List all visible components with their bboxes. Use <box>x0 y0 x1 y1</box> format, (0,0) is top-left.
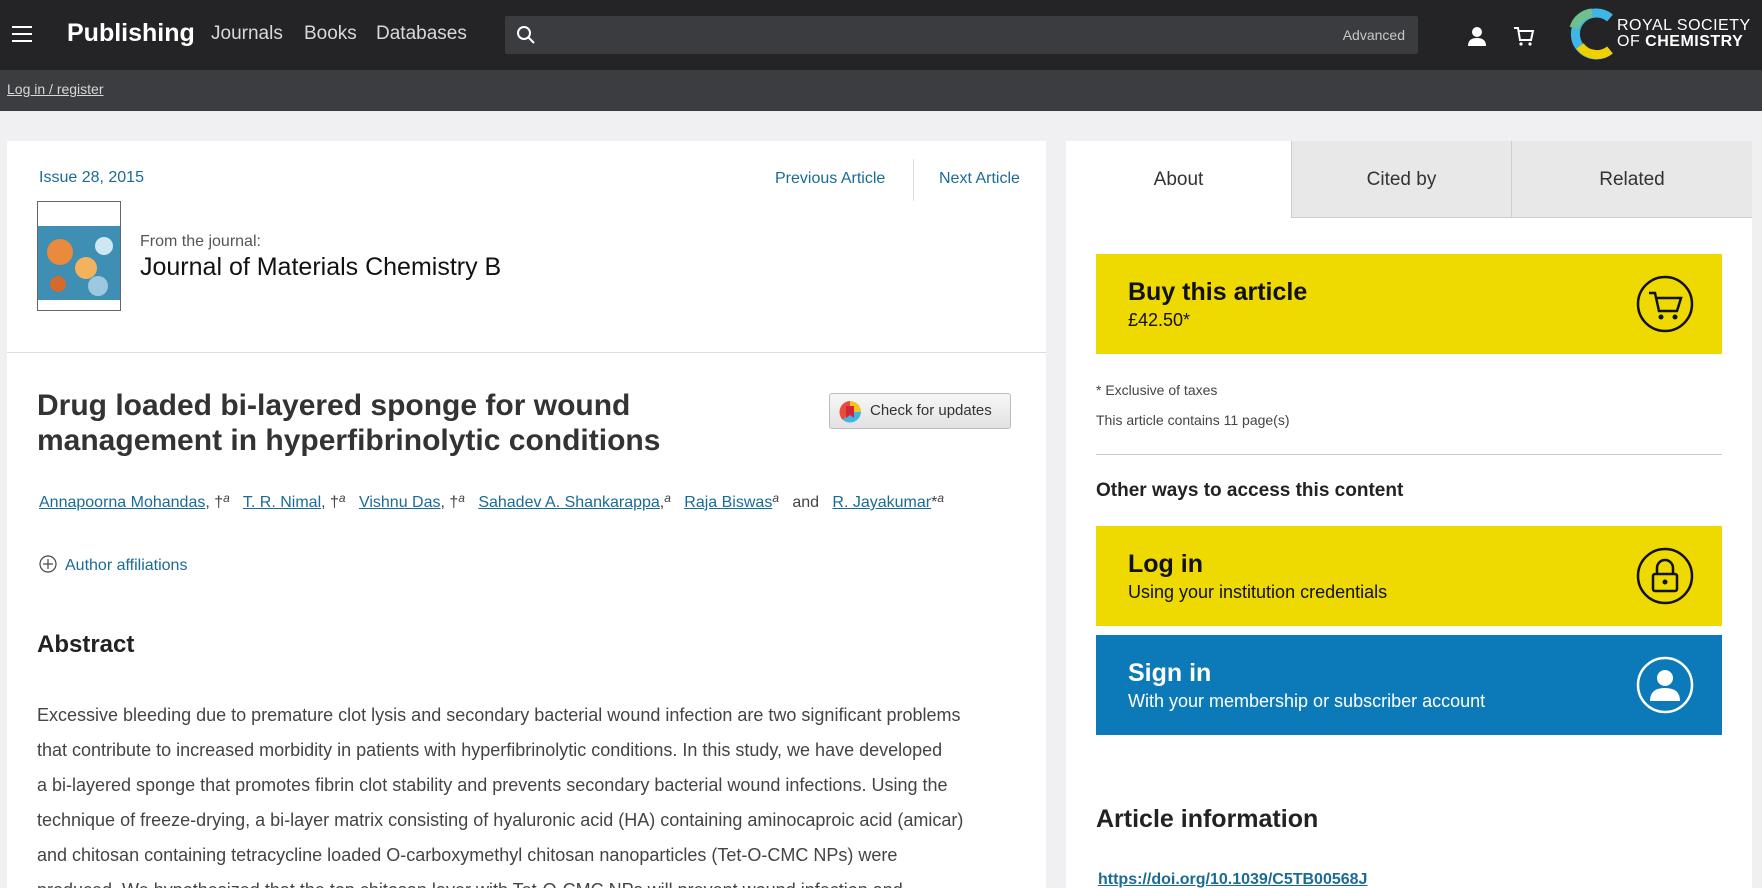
login-register-link[interactable]: Log in / register <box>7 81 104 97</box>
abstract-line: a bi-layered sponge that promotes fibrin… <box>37 775 948 795</box>
article-sidebar: About Cited by Related Buy this article … <box>1066 141 1752 888</box>
cart-icon <box>1636 275 1694 333</box>
journal-name[interactable]: Journal of Materials Chemistry B <box>140 253 501 282</box>
signin-subtitle: With your membership or subscriber accou… <box>1128 691 1486 711</box>
cart-icon[interactable] <box>1512 24 1536 48</box>
rsc-name-line2: OF CHEMISTRY <box>1617 33 1744 50</box>
authors-and: and <box>792 494 820 511</box>
previous-article-link[interactable]: Previous Article <box>775 170 885 188</box>
lock-icon <box>1636 547 1694 605</box>
divider <box>1096 454 1722 455</box>
check-for-updates-button[interactable]: Check for updates <box>829 393 1011 429</box>
next-article-link[interactable]: Next Article <box>939 170 1020 188</box>
menu-icon[interactable] <box>12 26 32 42</box>
author-link[interactable]: Raja Biswas <box>684 494 772 511</box>
login-title: Log in <box>1128 550 1203 578</box>
plus-circle-icon <box>39 555 57 573</box>
top-navigation-bar: Publishing Journals Books Databases Adva… <box>0 0 1762 70</box>
abstract-line: technique of freeze-drying, a bi-layer m… <box>37 810 964 830</box>
user-icon[interactable] <box>1465 24 1489 48</box>
journal-cover-image[interactable] <box>37 201 121 311</box>
sidebar-tabs: About Cited by Related <box>1066 141 1752 218</box>
buy-article-title: Buy this article <box>1128 278 1308 306</box>
nav-books[interactable]: Books <box>304 23 357 45</box>
article-panel: Issue 28, 2015 Previous Article Next Art… <box>7 141 1046 888</box>
issue-link[interactable]: Issue 28, 2015 <box>39 169 144 187</box>
author-affiliations-label: Author affiliations <box>65 557 188 574</box>
divider <box>7 352 1046 353</box>
page-count-note: This article contains 11 page(s) <box>1096 412 1290 428</box>
person-icon <box>1636 656 1694 714</box>
author-marks: , † <box>321 494 339 511</box>
institution-login-button[interactable]: Log in Using your institution credential… <box>1096 526 1722 626</box>
article-price: £42.50* <box>1128 310 1191 330</box>
crossmark-icon <box>839 401 861 423</box>
abstract-line: produced. We hypothesized that the top c… <box>37 873 1017 888</box>
author-link[interactable]: Annapoorna Mohandas <box>39 494 205 511</box>
article-information-heading: Article information <box>1096 805 1319 833</box>
abstract-line: that contribute to increased morbidity i… <box>37 740 943 760</box>
author-affiliation-mark: a <box>338 491 346 505</box>
advanced-search-link[interactable]: Advanced <box>1343 27 1405 43</box>
author-link[interactable]: Sahadev A. Shankarappa <box>478 494 659 511</box>
search-bar: Advanced <box>505 16 1418 54</box>
abstract-line: and chitosan containing tetracycline loa… <box>37 845 898 865</box>
author-link[interactable]: R. Jayakumar <box>832 494 931 511</box>
author-affiliation-mark: a <box>772 491 779 505</box>
check-for-updates-label: Check for updates <box>870 402 992 419</box>
author-link[interactable]: T. R. Nimal <box>243 494 321 511</box>
author-marks: , † <box>440 494 459 511</box>
account-bar: Log in / register <box>0 70 1762 111</box>
nav-divider <box>913 159 914 201</box>
tab-related[interactable]: Related <box>1511 141 1752 218</box>
from-journal-label: From the journal: <box>140 233 261 250</box>
tab-cited-by[interactable]: Cited by <box>1291 141 1511 218</box>
login-subtitle: Using your institution credentials <box>1128 582 1388 602</box>
tab-about[interactable]: About <box>1066 141 1291 218</box>
author-link[interactable]: Vishnu Das <box>359 494 441 511</box>
author-affiliation-mark: a <box>458 491 465 505</box>
article-title: Drug loaded bi-layered sponge for wound … <box>37 389 661 457</box>
member-sign-in-button[interactable]: Sign in With your membership or subscrib… <box>1096 635 1722 735</box>
author-affiliation-mark: a <box>664 491 671 505</box>
author-affiliation-mark: a <box>937 491 945 505</box>
search-input[interactable] <box>547 16 1327 54</box>
author-marks: , † <box>205 494 224 511</box>
signin-title: Sign in <box>1128 659 1212 687</box>
nav-databases[interactable]: Databases <box>376 23 467 45</box>
publishing-brand[interactable]: Publishing <box>67 19 195 48</box>
abstract-text: Excessive bleeding due to premature clot… <box>37 698 1017 888</box>
author-list: Annapoorna Mohandas, †a T. R. Nimal, †a … <box>39 491 944 512</box>
doi-link[interactable]: https://doi.org/10.1039/C5TB00568J <box>1098 871 1367 888</box>
author-affiliation-mark: a <box>223 491 230 505</box>
abstract-heading: Abstract <box>37 631 135 658</box>
other-access-heading: Other ways to access this content <box>1096 480 1404 501</box>
buy-article-button[interactable]: Buy this article £42.50* <box>1096 254 1722 354</box>
nav-journals[interactable]: Journals <box>211 23 283 45</box>
tax-note: * Exclusive of taxes <box>1096 382 1218 398</box>
abstract-line: Excessive bleeding due to premature clot… <box>37 705 961 725</box>
search-icon[interactable] <box>515 24 537 46</box>
author-affiliations-toggle[interactable]: Author affiliations <box>39 555 187 575</box>
rsc-logo-icon[interactable] <box>1568 8 1620 60</box>
